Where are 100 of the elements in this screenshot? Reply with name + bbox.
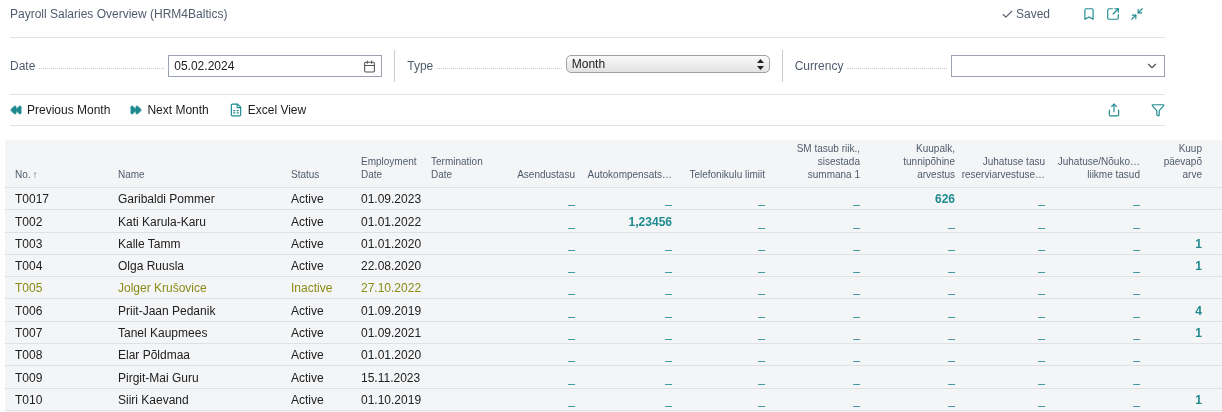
type-select[interactable]: Month [565,55,770,73]
empty-value-dash: _ [1038,214,1045,229]
column-header[interactable]: Name [118,168,145,181]
table-cell: T004 [15,259,43,274]
table-cell: 27.10.2022 [361,281,422,296]
toolbar-action[interactable]: Previous Month [10,103,111,117]
empty-value-dash: _ [1133,214,1140,229]
column-header[interactable]: SM tasub riik., sisestada summana 1 [796,142,860,181]
amount-link[interactable]: 1 [1195,259,1202,274]
table-cell: Active [291,236,324,251]
field-label: Date [10,59,36,73]
share-button[interactable] [1107,103,1121,117]
column-header[interactable]: Juhatuse tasu reserviarvestuse… [961,155,1045,181]
amount-link[interactable]: 1 [1195,236,1202,251]
empty-value-dash: _ [853,370,860,385]
amount-link[interactable]: 4 [1195,303,1202,318]
empty-value-dash: _ [1038,281,1045,296]
table-cell: 01.01.2020 [361,348,422,363]
empty-value-dash: _ [948,303,955,318]
empty-value-dash: _ [568,348,575,363]
empty-value-dash: _ [568,214,575,229]
amount-link[interactable]: 626 [934,192,955,207]
table-cell: 15.11.2023 [361,370,421,385]
empty-value-dash: _ [948,392,955,407]
empty-value-dash: _ [758,370,765,385]
empty-value-dash: _ [568,192,575,207]
empty-value-dash: _ [568,392,575,407]
table-cell: Garibaldi Pommer [118,192,215,207]
open-new-window-button[interactable] [1106,7,1120,21]
filter-button[interactable] [1151,103,1165,117]
column-header[interactable]: Employment Date [361,155,417,181]
empty-value-dash: _ [665,236,672,251]
table-cell: Active [291,348,324,363]
empty-value-dash: _ [853,281,860,296]
column-header[interactable]: Juhatuse/Nõuko… liikme tasud [1057,155,1140,181]
column-header[interactable]: Kuupalk, tunnipõhine arvestus [903,142,955,181]
empty-value-dash: _ [758,214,765,229]
table-cell: Pirgit-Mai Guru [118,370,199,385]
empty-value-dash: _ [1038,392,1045,407]
column-header[interactable]: Autokompensats… [587,168,672,181]
column-header[interactable]: Status [291,168,320,181]
empty-value-dash: _ [1038,348,1045,363]
bookmark-button[interactable] [1082,7,1096,21]
empty-value-dash: _ [948,326,955,341]
empty-value-dash: _ [853,348,860,363]
table-cell: T002 [15,214,43,229]
page-title: Payroll Salaries Overview (HRM4Baltics) [10,7,229,21]
amount-link[interactable]: 1 [1195,392,1202,407]
table-cell: Priit-Jaan Pedanik [118,303,216,318]
empty-value-dash: _ [758,192,765,207]
empty-value-dash: _ [665,259,672,274]
empty-value-dash: _ [1038,259,1045,274]
table-cell: T006 [15,303,43,318]
table-cell: T005 [15,281,43,296]
amount-link[interactable]: 1 [1195,326,1202,341]
empty-value-dash: _ [948,259,955,274]
empty-value-dash: _ [1038,370,1045,385]
empty-value-dash: _ [758,392,765,407]
empty-value-dash: _ [665,348,672,363]
table-cell: Kati Karula-Karu [118,214,207,229]
empty-value-dash: _ [568,326,575,341]
table-cell: Active [291,214,324,229]
empty-value-dash: _ [1133,259,1140,274]
column-header[interactable]: Telefonikulu limiit [689,168,765,181]
column-header[interactable]: Asendustasu [517,168,575,181]
spreadsheet-icon [228,103,243,117]
empty-value-dash: _ [853,326,860,341]
empty-value-dash: _ [1133,281,1140,296]
empty-value-dash: _ [853,192,860,207]
column-header[interactable]: No. ↑ [15,168,38,181]
empty-value-dash: _ [758,303,765,318]
table-cell: Elar Põldmaa [118,348,191,363]
column-header[interactable]: Kuup päevapõ arve [1163,142,1202,181]
empty-value-dash: _ [665,392,672,407]
empty-value-dash: _ [1133,326,1140,341]
date-field[interactable]: 05.02.2024 [168,55,383,77]
empty-value-dash: _ [758,348,765,363]
empty-value-dash: _ [665,326,672,341]
empty-value-dash: _ [568,236,575,251]
empty-value-dash: _ [568,259,575,274]
table-cell: Siiri Kaevand [118,392,189,407]
amount-link[interactable]: 1,23456 [628,214,672,229]
table-cell: Active [291,326,324,341]
rewind-icon [10,104,22,116]
table-cell: Kalle Tamm [118,236,181,251]
empty-value-dash: _ [1133,370,1140,385]
table-cell: Inactive [291,281,333,296]
empty-value-dash: _ [1038,192,1045,207]
toolbar-action[interactable]: Excel View [228,103,307,117]
table-cell: 01.10.2019 [361,392,422,407]
toolbar-action[interactable]: Next Month [130,103,209,117]
collapse-button[interactable] [1130,7,1144,21]
currency-dropdown[interactable] [951,55,1165,77]
empty-value-dash: _ [665,192,672,207]
empty-value-dash: _ [948,214,955,229]
table-cell: 22.08.2020 [361,259,422,274]
column-header[interactable]: Termination Date [431,155,483,181]
saved-status: Saved [1000,7,1050,21]
table-cell: Jolger Krušovice [118,281,207,296]
calendar-icon [363,59,377,73]
